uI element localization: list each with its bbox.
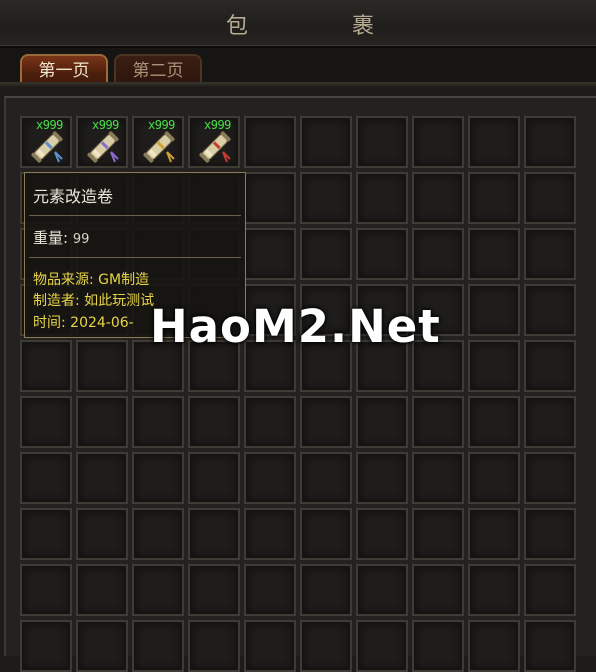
tooltip-weight-value: 99 — [72, 232, 90, 247]
inventory-slot[interactable] — [244, 172, 296, 224]
inventory-slot[interactable]: x999 — [20, 116, 72, 168]
inventory-slot[interactable] — [412, 172, 464, 224]
inventory-slot[interactable] — [20, 508, 72, 560]
inventory-slot[interactable] — [300, 564, 352, 616]
tooltip-weight-label: 重量: — [33, 229, 69, 247]
inventory-slot[interactable] — [524, 116, 576, 168]
inventory-slot[interactable] — [524, 620, 576, 672]
bag-title-char-2: 裹 — [352, 14, 377, 39]
inventory-slot[interactable] — [412, 228, 464, 280]
inventory-slot[interactable] — [76, 508, 128, 560]
tooltip-item-name: 元素改造卷 — [33, 187, 114, 206]
scroll-icon — [31, 131, 63, 163]
inventory-slot[interactable] — [524, 508, 576, 560]
tooltip-source: 物品来源: GM制造 — [33, 272, 150, 288]
inventory-slot[interactable] — [412, 116, 464, 168]
tooltip-divider — [29, 215, 241, 216]
inventory-slot[interactable] — [524, 340, 576, 392]
inventory-slot[interactable] — [468, 508, 520, 560]
inventory-slot[interactable] — [188, 508, 240, 560]
inventory-slot[interactable] — [244, 452, 296, 504]
inventory-slot[interactable] — [76, 564, 128, 616]
inventory-slot[interactable] — [300, 508, 352, 560]
scroll-icon — [87, 131, 119, 163]
inventory-slot[interactable] — [20, 564, 72, 616]
inventory-slot[interactable] — [76, 396, 128, 448]
inventory-slot[interactable] — [356, 508, 408, 560]
inventory-slot[interactable] — [468, 396, 520, 448]
inventory-slot[interactable]: x999 — [132, 116, 184, 168]
inventory-slot[interactable] — [356, 396, 408, 448]
inventory-slot[interactable] — [412, 564, 464, 616]
scroll-icon — [143, 131, 175, 163]
tab-rail — [0, 82, 596, 88]
inventory-slot[interactable] — [132, 396, 184, 448]
inventory-slot[interactable] — [412, 508, 464, 560]
inventory-slot[interactable] — [244, 508, 296, 560]
inventory-slot[interactable] — [76, 452, 128, 504]
inventory-slot[interactable] — [132, 508, 184, 560]
tooltip-time: 时间: 2024-06- — [33, 315, 134, 331]
inventory-slot[interactable] — [300, 452, 352, 504]
inventory-slot[interactable] — [524, 564, 576, 616]
inventory-slot[interactable] — [412, 396, 464, 448]
inventory-slot[interactable] — [132, 452, 184, 504]
tooltip-weight: 重量: 99 — [33, 227, 89, 248]
inventory-slot[interactable] — [188, 620, 240, 672]
watermark: HaoM2.Net — [150, 300, 441, 353]
inventory-slot[interactable] — [468, 340, 520, 392]
bag-title-bar: 包 裹 — [0, 0, 596, 48]
inventory-slot[interactable] — [468, 172, 520, 224]
inventory-slot[interactable] — [468, 228, 520, 280]
inventory-slot[interactable] — [20, 452, 72, 504]
inventory-slot[interactable] — [188, 452, 240, 504]
inventory-slot[interactable] — [468, 452, 520, 504]
inventory-slot[interactable] — [356, 172, 408, 224]
inventory-slot[interactable] — [300, 396, 352, 448]
inventory-slot[interactable] — [468, 564, 520, 616]
inventory-slot[interactable] — [356, 228, 408, 280]
inventory-slot[interactable] — [524, 172, 576, 224]
inventory-slot[interactable] — [20, 340, 72, 392]
inventory-slot[interactable]: x999 — [188, 116, 240, 168]
inventory-slot[interactable] — [300, 116, 352, 168]
inventory-slot[interactable] — [132, 564, 184, 616]
inventory-slot[interactable] — [188, 564, 240, 616]
inventory-slot[interactable] — [356, 116, 408, 168]
bag-title-char-1: 包 — [226, 14, 251, 39]
inventory-slot[interactable] — [76, 340, 128, 392]
inventory-slot[interactable] — [468, 620, 520, 672]
inventory-slot[interactable] — [244, 564, 296, 616]
inventory-slot[interactable] — [300, 620, 352, 672]
inventory-slot[interactable] — [524, 452, 576, 504]
inventory-slot[interactable] — [300, 228, 352, 280]
inventory-slot[interactable] — [244, 396, 296, 448]
inventory-slot[interactable] — [76, 620, 128, 672]
inventory-slot[interactable] — [524, 284, 576, 336]
inventory-slot[interactable] — [468, 116, 520, 168]
tooltip-divider — [29, 257, 241, 258]
inventory-slot[interactable] — [20, 620, 72, 672]
inventory-slot[interactable] — [20, 396, 72, 448]
inventory-slot[interactable] — [244, 228, 296, 280]
tab-strip: 第一页 第二页 — [0, 48, 596, 88]
inventory-slot[interactable] — [412, 452, 464, 504]
scroll-icon — [199, 131, 231, 163]
inventory-slot[interactable] — [132, 620, 184, 672]
inventory-slot[interactable] — [356, 620, 408, 672]
inventory-slot[interactable]: x999 — [76, 116, 128, 168]
inventory-slot[interactable] — [412, 620, 464, 672]
inventory-slot[interactable] — [244, 620, 296, 672]
inventory-slot[interactable] — [188, 396, 240, 448]
inventory-slot[interactable] — [300, 172, 352, 224]
inventory-slot[interactable] — [468, 284, 520, 336]
inventory-slot[interactable] — [524, 228, 576, 280]
inventory-slot[interactable] — [356, 452, 408, 504]
inventory-slot[interactable] — [244, 116, 296, 168]
tooltip-maker: 制造者: 如此玩测试 — [33, 293, 155, 309]
inventory-slot[interactable] — [524, 396, 576, 448]
inventory-slot[interactable] — [356, 564, 408, 616]
